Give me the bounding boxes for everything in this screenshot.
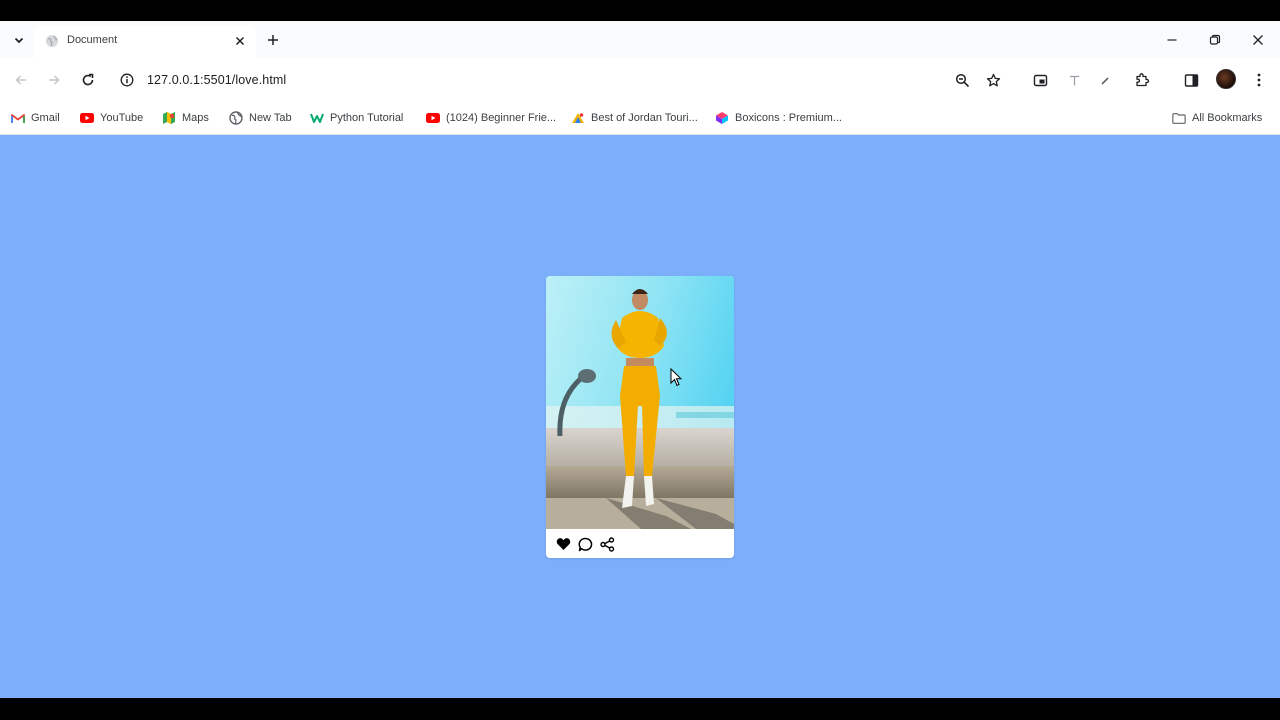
bookmark-label: (1024) Beginner Frie... [446,112,557,124]
page-viewport [0,135,1280,698]
bookmark-star-button[interactable] [983,70,1003,90]
restore-button[interactable] [1204,29,1226,51]
toolbar: 127.0.0.1:5501/love.html [0,58,1280,102]
pen-icon [1100,76,1109,85]
side-panel-icon [1184,73,1198,87]
more-vertical-icon [1257,73,1261,87]
restore-icon [1209,34,1221,45]
bookmark-youtube[interactable]: YouTube [80,109,143,127]
boxicons-icon [715,111,729,125]
maps-icon [162,111,176,125]
star-icon [986,73,1000,86]
browser-window: Document 127.0.0.1:5501/love.html Gmail … [0,21,1280,698]
puzzle-icon [1136,73,1150,87]
tab-strip: Document [0,21,1280,58]
comment-button[interactable] [576,535,594,553]
bookmark-new-tab[interactable]: New Tab [229,109,292,127]
bookmark-label: Gmail [31,112,60,124]
bookmark-maps[interactable]: Maps [162,109,209,127]
minimize-icon [1167,39,1177,41]
tab-title: Document [67,34,118,46]
menu-button[interactable] [1249,70,1269,90]
minimize-button[interactable] [1161,29,1183,51]
youtube-icon [80,111,94,125]
folder-icon [1172,111,1186,125]
profile-avatar[interactable] [1216,69,1236,89]
text-extension-button[interactable] [1064,70,1084,90]
post-actions [554,535,616,553]
share-icon [599,536,614,552]
url-text[interactable]: 127.0.0.1:5501/love.html [147,73,286,87]
bookmarks-bar: Gmail YouTube Maps New Tab Python Tutori… [0,102,1280,135]
side-panel-button[interactable] [1181,70,1201,90]
bookmark-beginner-friendly[interactable]: (1024) Beginner Frie... [426,109,556,127]
gmail-icon [11,111,25,125]
plus-icon [268,35,278,45]
bookmark-label: Best of Jordan Touri... [591,112,698,124]
mouse-cursor [670,368,682,387]
w3-icon [310,111,324,125]
bookmark-label: YouTube [100,112,144,124]
back-button[interactable] [11,70,31,90]
picture-in-picture-icon [1033,74,1047,86]
tab-close-button[interactable] [231,32,249,50]
comment-icon [578,537,592,551]
post-photo [546,276,734,529]
picture-in-picture-button[interactable] [1030,70,1050,90]
chevron-down-icon [14,37,24,44]
new-tab-button[interactable] [263,30,283,50]
share-button[interactable] [598,535,616,553]
info-icon[interactable] [120,73,134,87]
all-bookmarks-label: All Bookmarks [1192,112,1263,124]
arrow-right-icon [49,75,60,85]
tab-document[interactable]: Document [34,25,256,58]
pen-extension-button[interactable] [1095,70,1115,90]
bookmark-label: Python Tutorial [330,112,404,124]
globe-icon [229,111,243,125]
zoom-button[interactable] [952,70,972,90]
bookmark-label: Boxicons : Premium... [735,112,842,124]
close-icon [235,36,245,46]
arrow-left-icon [15,75,26,85]
globe-icon [46,35,58,47]
extensions-button[interactable] [1132,70,1152,90]
bookmark-jordan-tourism[interactable]: Best of Jordan Touri... [571,109,698,127]
bookmark-gmail[interactable]: Gmail [11,109,60,127]
reload-icon [82,73,94,86]
tab-search-button[interactable] [9,30,29,50]
site-icon [571,111,585,125]
zoom-icon [955,73,969,87]
close-window-button[interactable] [1247,29,1269,51]
bookmark-boxicons[interactable]: Boxicons : Premium... [715,109,842,127]
bookmark-label: Maps [182,112,209,124]
text-icon [1069,75,1079,85]
all-bookmarks-button[interactable]: All Bookmarks [1172,109,1262,127]
post-card [546,276,734,558]
like-button[interactable] [554,535,572,553]
youtube-icon [426,111,440,125]
forward-button[interactable] [44,70,64,90]
address-bar[interactable]: 127.0.0.1:5501/love.html [110,66,940,94]
heart-icon [556,538,570,550]
close-icon [1253,35,1263,45]
reload-button[interactable] [78,70,98,90]
bookmark-label: New Tab [249,112,292,124]
bookmark-python-tutorial[interactable]: Python Tutorial [310,109,403,127]
